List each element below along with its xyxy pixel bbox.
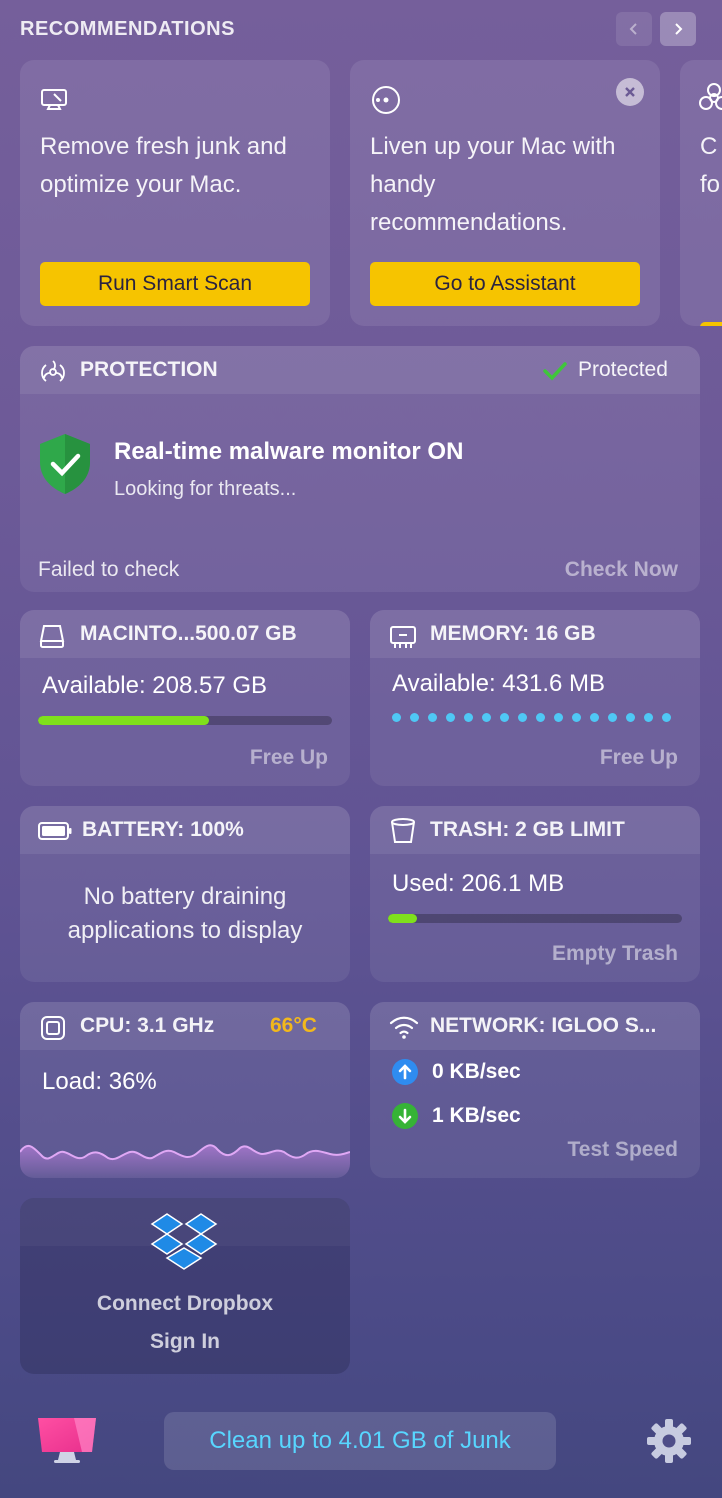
wifi-icon: [388, 1014, 420, 1045]
battery-icon: [38, 821, 72, 846]
memory-widget: MEMORY: 16 GB Available: 431.6 MB Free U…: [370, 610, 700, 786]
cpu-chip-icon: [38, 1013, 68, 1048]
cpu-title: CPU: 3.1 GHz: [80, 1014, 215, 1037]
clean-up-junk-button[interactable]: Clean up to 4.01 GB of Junk: [164, 1412, 556, 1470]
trash-usage-bar: [388, 914, 682, 923]
disk-title: MACINTO...500.07 GB: [80, 622, 297, 645]
memory-pressure-dots: [392, 713, 682, 723]
connect-dropbox-title: Connect Dropbox: [96, 1292, 274, 1315]
memory-dot: [428, 713, 437, 722]
memory-title: MEMORY: 16 GB: [430, 622, 596, 645]
cpu-temperature: 66°C: [270, 1014, 317, 1037]
biohazard-icon: [38, 357, 68, 392]
trash-usage-fill: [388, 914, 418, 923]
recommendation-button[interactable]: [700, 322, 722, 326]
cpu-load-graph: [20, 1144, 350, 1178]
go-to-assistant-button[interactable]: Go to Assistant: [370, 262, 640, 306]
disk-available: Available: 208.57 GB: [42, 672, 268, 699]
network-widget: NETWORK: IGLOO S... 0 KB/sec 1 KB/sec Te…: [370, 1002, 700, 1178]
checkmark-icon: [542, 360, 568, 387]
disk-usage-fill: [38, 716, 209, 725]
shield-icon: [36, 432, 94, 501]
memory-free-up-button[interactable]: Free Up: [600, 746, 678, 770]
biohazard-icon: [698, 82, 722, 119]
test-speed-button[interactable]: Test Speed: [568, 1138, 678, 1162]
recommendation-card-smart-scan: Remove fresh junk and optimize your Mac.…: [20, 60, 330, 326]
memory-dot: [626, 713, 635, 722]
cpu-load: Load: 36%: [42, 1068, 157, 1095]
cleanmymac-logo-icon[interactable]: [34, 1414, 100, 1471]
memory-available: Available: 431.6 MB: [392, 670, 606, 697]
disk-usage-bar: [38, 716, 332, 725]
chevron-left-icon: [629, 23, 637, 35]
assistant-icon: [370, 84, 400, 114]
next-button[interactable]: [660, 12, 696, 46]
recommendation-card-assistant: Liven up your Mac with handy recommendat…: [350, 60, 660, 326]
dropbox-icon: [150, 1212, 218, 1279]
memory-dot: [590, 713, 599, 722]
memory-dot: [500, 713, 509, 722]
trash-title: TRASH: 2 GB LIMIT: [430, 818, 625, 841]
download-speed: 1 KB/sec: [432, 1104, 521, 1127]
recommendation-text: C fo: [700, 133, 721, 198]
protection-widget: PROTECTION Protected Real-time malware m…: [20, 346, 700, 592]
memory-dot: [662, 713, 671, 722]
battery-title: BATTERY: 100%: [82, 818, 244, 841]
check-now-button[interactable]: Check Now: [565, 558, 678, 582]
recommendation-text: Remove fresh junk and optimize your Mac.: [40, 133, 287, 198]
chevron-right-icon: [675, 23, 683, 35]
memory-dot: [644, 713, 653, 722]
disk-free-up-button[interactable]: Free Up: [250, 746, 328, 770]
check-status: Failed to check: [38, 558, 180, 581]
run-smart-scan-button[interactable]: Run Smart Scan: [40, 262, 310, 306]
recommendation-text: Liven up your Mac with handy recommendat…: [370, 133, 616, 236]
malware-monitor-headline: Real-time malware monitor ON: [114, 438, 464, 465]
memory-dot: [446, 713, 455, 722]
upload-speed: 0 KB/sec: [432, 1060, 521, 1083]
network-title: NETWORK: IGLOO S...: [430, 1014, 657, 1037]
hard-drive-icon: [38, 623, 66, 654]
memory-dot: [572, 713, 581, 722]
memory-dot: [608, 713, 617, 722]
battery-widget: BATTERY: 100% No battery draining applic…: [20, 806, 350, 982]
recommendations-title: RECOMMENDATIONS: [20, 18, 235, 40]
memory-dot: [536, 713, 545, 722]
previous-button[interactable]: [616, 12, 652, 46]
memory-dot: [410, 713, 419, 722]
trash-widget: TRASH: 2 GB LIMIT Used: 206.1 MB Empty T…: [370, 806, 700, 982]
disk-widget: MACINTO...500.07 GB Available: 208.57 GB…: [20, 610, 350, 786]
cpu-widget: CPU: 3.1 GHz 66°C Load: 36%: [20, 1002, 350, 1178]
gear-icon[interactable]: [644, 1416, 694, 1471]
empty-trash-button[interactable]: Empty Trash: [552, 942, 678, 966]
memory-dot: [482, 713, 491, 722]
trash-icon: [390, 817, 416, 850]
dropbox-widget: Connect Dropbox Sign In: [20, 1198, 350, 1374]
download-arrow-icon: [392, 1103, 418, 1134]
upload-arrow-icon: [392, 1059, 418, 1090]
monitor-icon: [40, 84, 70, 114]
recommendation-card-partial: C fo: [680, 60, 722, 326]
memory-dot: [464, 713, 473, 722]
memory-dot: [518, 713, 527, 722]
malware-monitor-subtext: Looking for threats...: [114, 478, 297, 500]
trash-used: Used: 206.1 MB: [392, 870, 565, 897]
battery-message: No battery draining applications to disp…: [67, 883, 303, 944]
memory-chip-icon: [388, 622, 418, 655]
memory-dot: [392, 713, 401, 722]
dropbox-sign-in-button[interactable]: Sign In: [20, 1330, 350, 1354]
protection-title: PROTECTION: [80, 358, 218, 381]
protection-status: Protected: [578, 358, 668, 381]
memory-dot: [554, 713, 563, 722]
close-icon[interactable]: [616, 78, 644, 106]
